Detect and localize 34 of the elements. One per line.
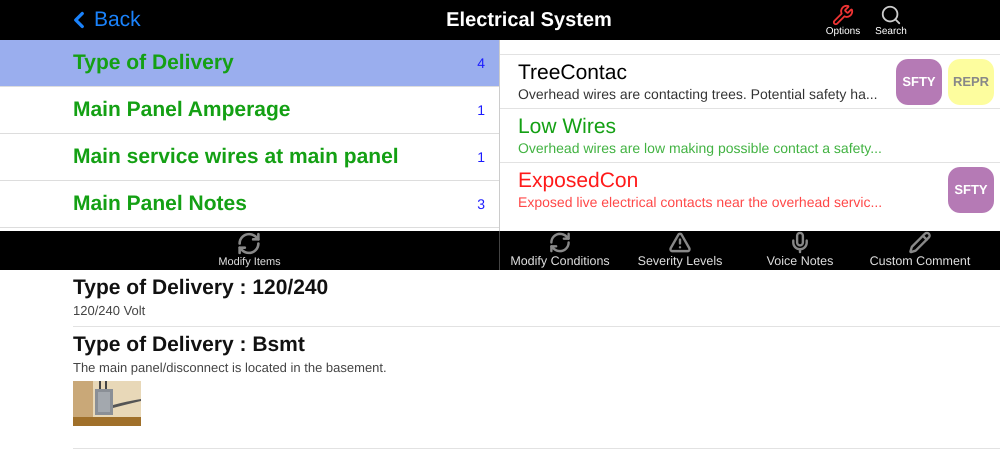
item-count: 3	[477, 196, 485, 212]
wrench-icon	[832, 4, 854, 26]
list-item[interactable]: Type of Delivery 4	[0, 40, 499, 87]
item-count: 1	[477, 149, 485, 165]
entry-title: Type of Delivery : 120/240	[73, 276, 330, 300]
refresh-icon	[236, 231, 262, 256]
item-name: Main service wires at main panel	[73, 145, 399, 169]
entry-title: Type of Delivery : Bsmt	[73, 333, 306, 357]
search-icon	[880, 4, 902, 26]
pencil-icon	[907, 231, 933, 254]
toolbar-button[interactable]: Voice Notes	[740, 231, 860, 270]
toolbar-button[interactable]: Custom Comment	[860, 231, 980, 270]
window-title: Electrical System	[446, 8, 612, 32]
condition-description: Overhead wires are contacting trees. Potential safety ha...	[518, 84, 879, 102]
item-name: Main Panel Notes	[73, 192, 247, 216]
entry-description: The main panel/disconnect is located in the basement.	[73, 360, 388, 375]
options-button[interactable]: Options	[822, 4, 864, 36]
back-button[interactable]: Back	[66, 7, 141, 33]
item-count: 4	[477, 55, 485, 71]
toolbar-button[interactable]: Severity Levels	[620, 231, 740, 270]
condition-name: TreeContac	[518, 60, 628, 84]
item-name: Main Panel Amperage	[73, 98, 290, 122]
condition-name: Low Wires	[518, 114, 618, 138]
toolbar-button[interactable]: Modify Items	[218, 231, 281, 270]
warning-icon	[667, 231, 693, 254]
entry-description: 120/240 Volt	[73, 303, 146, 318]
condition-name: ExposedCon	[518, 168, 640, 192]
condition-description: Exposed live electrical contacts near the overhead servic...	[518, 192, 884, 210]
item-name: Type of Delivery	[73, 51, 234, 75]
condition-description: Overhead wires are low making possible contact a safety...	[518, 138, 883, 156]
search-button[interactable]: Search	[870, 4, 912, 36]
toolbar-button[interactable]: Modify Conditions	[500, 231, 620, 270]
refresh-icon	[547, 231, 573, 254]
item-count: 1	[477, 102, 485, 118]
